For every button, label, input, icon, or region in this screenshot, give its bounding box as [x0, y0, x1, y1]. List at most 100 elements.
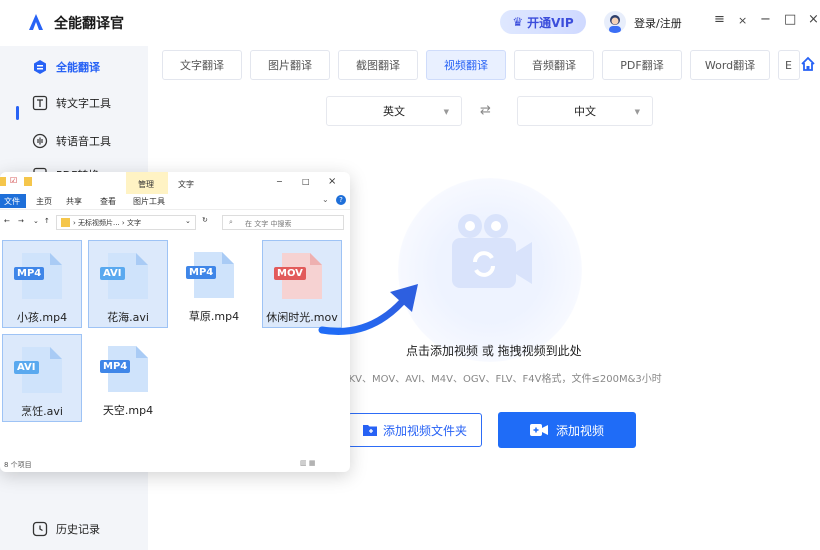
explorer-maximize[interactable]: □ [302, 177, 310, 186]
explorer-folder-title: 文字 [178, 180, 194, 189]
home-icon[interactable] [800, 56, 816, 72]
menu-icon[interactable]: ≡ [714, 12, 725, 27]
minimize-button[interactable]: − [760, 12, 771, 27]
file-item[interactable]: AVI 花海.avi [88, 240, 168, 328]
chevron-down-icon: ⌄ [185, 217, 191, 225]
sidebar-item-label: 历史记录 [56, 523, 100, 536]
back-icon[interactable]: ← [4, 217, 10, 225]
avatar[interactable] [604, 11, 626, 33]
recent-dropdown-icon[interactable]: ⌄ [33, 217, 39, 225]
file-type-badge: MOV [274, 267, 306, 280]
maximize-button[interactable]: □ [784, 12, 796, 27]
file-type-badge: AVI [100, 267, 125, 280]
translate-icon [32, 59, 48, 75]
target-language-select[interactable]: 中文 ▼ [517, 96, 653, 126]
title-bar: 全能翻译官 ♛ 开通VIP 登录/注册 ≡ × − □ × [0, 0, 820, 46]
video-file-icon: MP4 [100, 346, 148, 392]
add-video-label: 添加视频 [555, 423, 604, 438]
file-item[interactable]: AVI 烹饪.avi [2, 334, 82, 422]
explorer-minimize[interactable]: − [276, 177, 283, 186]
tab-image[interactable]: 图片翻译 [250, 50, 330, 80]
search-placeholder: 在 文字 中搜索 [245, 220, 292, 228]
ribbon-manage-tab[interactable]: 管理 [138, 179, 154, 190]
tab-excel[interactable]: E [778, 50, 800, 80]
file-explorer-window: ☑ 管理 文字 − □ × 文件 主页 共享 查看 图片工具 ⌄ ? ← → ⌄… [0, 172, 350, 472]
explorer-title-bar: ☑ 管理 文字 − □ × [0, 172, 350, 194]
source-language-select[interactable]: 英文 ▼ [326, 96, 462, 126]
view-toggle-icon[interactable]: ▥ ▦ [300, 459, 315, 467]
login-link[interactable]: 登录/注册 [634, 15, 682, 31]
refresh-icon[interactable]: ↻ [202, 216, 208, 224]
file-type-badge: MP4 [186, 266, 217, 279]
forward-icon[interactable]: → [18, 217, 24, 225]
tab-audio[interactable]: 音频翻译 [514, 50, 594, 80]
ribbon-picture-tools-tab[interactable]: 图片工具 [133, 196, 165, 207]
tab-video[interactable]: 视频翻译 [426, 50, 506, 80]
sidebar-item-history[interactable]: 历史记录 [14, 514, 144, 544]
target-language-value: 中文 [574, 105, 596, 118]
file-name: 小孩.mp4 [16, 311, 68, 324]
file-type-badge: AVI [14, 361, 39, 374]
file-type-badge: MP4 [14, 267, 45, 280]
swap-language-icon[interactable]: ⇄ [480, 103, 491, 118]
add-video-folder-button[interactable]: 添加视频文件夹 [348, 413, 482, 447]
close-button[interactable]: × [808, 12, 819, 27]
ribbon-file-tab[interactable]: 文件 [4, 196, 20, 207]
ribbon-home-tab[interactable]: 主页 [36, 196, 52, 207]
video-file-icon: MP4 [14, 253, 62, 299]
file-name: 花海.avi [107, 311, 149, 324]
drag-arrow-icon [318, 284, 418, 335]
ribbon-view-tab[interactable]: 查看 [100, 196, 116, 207]
checkbox-icon: ☑ [10, 176, 18, 185]
sidebar-item-text-tool[interactable]: 转文字工具 [14, 88, 144, 118]
file-type-badge: MP4 [100, 360, 131, 373]
text-icon [32, 95, 48, 111]
video-file-icon: AVI [100, 253, 148, 299]
sidebar-item-label: 转语音工具 [56, 135, 111, 148]
ribbon-share-tab[interactable]: 共享 [66, 196, 82, 207]
search-icon: ⌕ [229, 218, 233, 226]
tab-screenshot[interactable]: 截图翻译 [338, 50, 418, 80]
translate-tabs: 文字翻译 图片翻译 截图翻译 视频翻译 音频翻译 PDF翻译 Word翻译 E [162, 50, 800, 80]
file-item[interactable]: MP4 小孩.mp4 [2, 240, 82, 328]
source-language-value: 英文 [383, 105, 405, 118]
chevron-down-icon: ▼ [634, 108, 640, 116]
address-path-box[interactable]: › 无标视频片... › 文字 ⌄ [56, 215, 196, 230]
help-icon[interactable]: ? [336, 195, 346, 205]
folder-icon [24, 177, 32, 186]
chevron-down-icon: ▼ [443, 108, 449, 116]
folder-icon [0, 177, 6, 186]
video-file-icon: MOV [274, 253, 322, 299]
address-path: › 无标视频片... › 文字 [73, 219, 141, 227]
explorer-close[interactable]: × [328, 176, 336, 187]
drop-hint: 点击添加视频 或 拖拽视频到此处 [406, 344, 582, 358]
folder-icon [362, 425, 377, 436]
explorer-ribbon: 文件 主页 共享 查看 图片工具 ⌄ ? [0, 194, 350, 210]
file-name: 草原.mp4 [188, 310, 240, 323]
sidebar-item-label: 全能翻译 [56, 61, 100, 74]
file-item[interactable]: MP4 草原.mp4 [174, 240, 254, 328]
explorer-search-box[interactable]: ⌕ 在 文字 中搜索 [222, 215, 344, 230]
crown-icon: ♛ [512, 15, 524, 29]
explorer-address-bar: ← → ⌄ ↑ › 无标视频片... › 文字 ⌄ ↻ ⌕ 在 文字 中搜索 [0, 212, 350, 232]
file-name: 烹饪.avi [21, 405, 63, 418]
video-file-icon: AVI [14, 347, 62, 393]
video-file-icon: MP4 [186, 252, 234, 298]
tab-word[interactable]: Word翻译 [690, 50, 770, 80]
up-icon[interactable]: ↑ [44, 217, 50, 225]
sidebar-item-voice-tool[interactable]: 转语音工具 [14, 126, 144, 156]
chevron-down-icon[interactable]: ⌄ [322, 195, 329, 204]
file-item[interactable]: MP4 天空.mp4 [88, 334, 168, 422]
tab-pdf[interactable]: PDF翻译 [602, 50, 682, 80]
tab-text[interactable]: 文字翻译 [162, 50, 242, 80]
add-video-button[interactable]: 添加视频 [498, 412, 636, 448]
app-title: 全能翻译官 [54, 16, 124, 32]
video-plus-icon [529, 424, 548, 436]
video-camera-icon [452, 214, 532, 288]
close-small-icon[interactable]: × [738, 14, 747, 27]
app-logo-icon [29, 14, 43, 30]
vip-label: 开通VIP [527, 15, 574, 30]
explorer-status: 8 个项目 [4, 461, 32, 469]
sidebar-item-translate[interactable]: 全能翻译 [14, 52, 144, 82]
vip-button[interactable]: ♛ 开通VIP [500, 10, 586, 34]
